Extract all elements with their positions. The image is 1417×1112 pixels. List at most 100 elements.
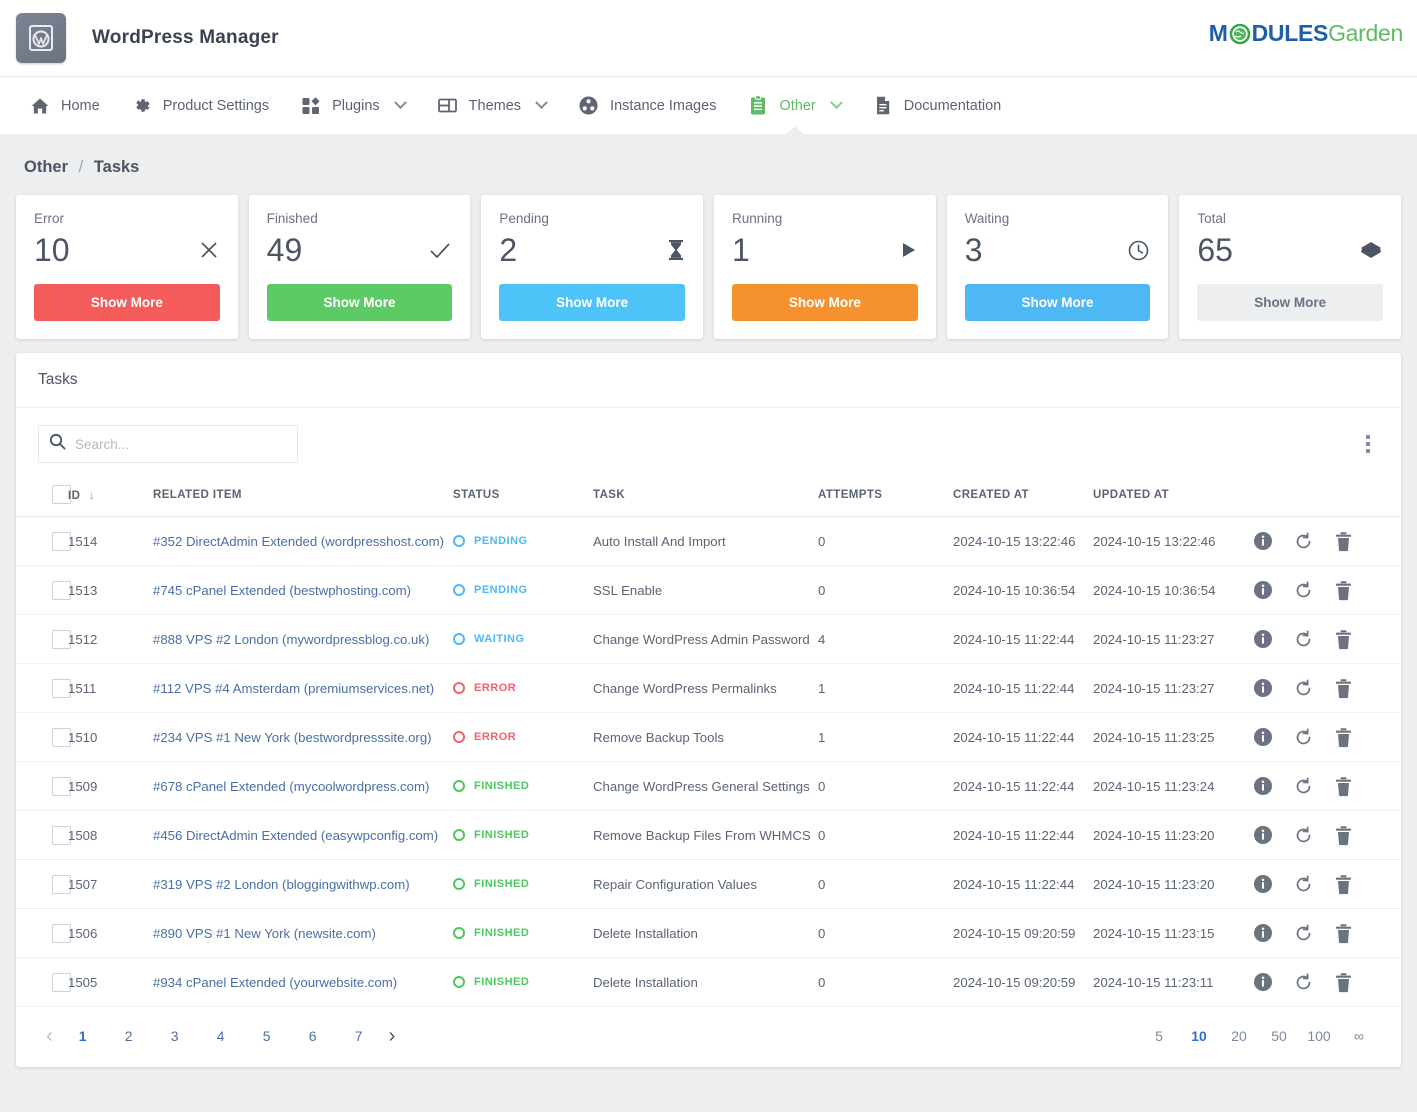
retry-icon[interactable]	[1293, 531, 1314, 552]
trash-icon[interactable]	[1334, 923, 1353, 944]
nav-item-other[interactable]: Other	[732, 77, 856, 135]
play-icon	[898, 239, 918, 261]
info-icon[interactable]	[1253, 776, 1273, 796]
search-box[interactable]	[38, 425, 298, 463]
show-more-running-button[interactable]: Show More	[732, 284, 918, 321]
table-row[interactable]: 1510#234 VPS #1 New York (bestwordpresss…	[16, 713, 1413, 762]
page-size-20[interactable]: 20	[1219, 1021, 1259, 1051]
table-row[interactable]: 1514#352 DirectAdmin Extended (wordpress…	[16, 517, 1413, 566]
page-size-10[interactable]: 10	[1179, 1021, 1219, 1051]
related-item-link[interactable]: #890 VPS #1 New York (newsite.com)	[153, 926, 376, 941]
page-button-4[interactable]: 4	[205, 1021, 237, 1051]
show-more-finished-button[interactable]: Show More	[267, 284, 453, 321]
page-button-3[interactable]: 3	[159, 1021, 191, 1051]
retry-icon[interactable]	[1293, 874, 1314, 895]
page-button-2[interactable]: 2	[113, 1021, 145, 1051]
status-label: ERROR	[474, 731, 516, 743]
table-row[interactable]: 1505#934 cPanel Extended (yourwebsite.co…	[16, 958, 1413, 1007]
related-item-link[interactable]: #352 DirectAdmin Extended (wordpresshost…	[153, 534, 444, 549]
column-header-id[interactable]: ID ↓	[68, 477, 153, 517]
info-icon[interactable]	[1253, 727, 1273, 747]
page-button-6[interactable]: 6	[297, 1021, 329, 1051]
page-button-5[interactable]: 5	[251, 1021, 283, 1051]
related-item-link[interactable]: #234 VPS #1 New York (bestwordpresssite.…	[153, 730, 432, 745]
trash-icon[interactable]	[1334, 825, 1353, 846]
row-action-group	[1253, 776, 1413, 797]
retry-icon[interactable]	[1293, 727, 1314, 748]
trash-icon[interactable]	[1334, 972, 1353, 993]
table-row[interactable]: 1507#319 VPS #2 London (bloggingwithwp.c…	[16, 860, 1413, 909]
column-header-related-item[interactable]: RELATED ITEM	[153, 477, 453, 517]
row-action-group	[1253, 629, 1413, 650]
show-more-error-button[interactable]: Show More	[34, 284, 220, 321]
info-icon[interactable]	[1253, 629, 1273, 649]
column-header-task[interactable]: TASK	[593, 477, 818, 517]
related-item-link[interactable]: #112 VPS #4 Amsterdam (premiumservices.n…	[153, 681, 434, 696]
page-size-5[interactable]: 5	[1139, 1021, 1179, 1051]
cell-actions	[1253, 811, 1413, 860]
page-size-∞[interactable]: ∞	[1339, 1021, 1379, 1051]
search-input[interactable]	[75, 437, 287, 452]
show-more-waiting-button[interactable]: Show More	[965, 284, 1151, 321]
table-row[interactable]: 1513#745 cPanel Extended (bestwphosting.…	[16, 566, 1413, 615]
nav-item-home[interactable]: Home	[14, 77, 116, 135]
retry-icon[interactable]	[1293, 678, 1314, 699]
trash-icon[interactable]	[1334, 629, 1353, 650]
retry-icon[interactable]	[1293, 580, 1314, 601]
next-page-button[interactable]: ›	[381, 1025, 404, 1048]
cell-id: 1510	[68, 713, 153, 762]
related-item-link[interactable]: #456 DirectAdmin Extended (easywpconfig.…	[153, 828, 438, 843]
info-icon[interactable]	[1253, 531, 1273, 551]
related-item-link[interactable]: #745 cPanel Extended (bestwphosting.com)	[153, 583, 411, 598]
related-item-link[interactable]: #934 cPanel Extended (yourwebsite.com)	[153, 975, 397, 990]
prev-page-button[interactable]: ‹	[38, 1025, 61, 1048]
show-more-total-button[interactable]: Show More	[1197, 284, 1383, 321]
related-item-link[interactable]: #888 VPS #2 London (mywordpressblog.co.u…	[153, 632, 429, 647]
related-item-link[interactable]: #319 VPS #2 London (bloggingwithwp.com)	[153, 877, 410, 892]
trash-icon[interactable]	[1334, 776, 1353, 797]
nav-item-product-settings[interactable]: Product Settings	[116, 77, 285, 135]
trash-icon[interactable]	[1334, 580, 1353, 601]
kebab-menu-icon[interactable]	[1357, 431, 1379, 457]
info-icon[interactable]	[1253, 825, 1273, 845]
cell-related-item: #934 cPanel Extended (yourwebsite.com)	[153, 958, 453, 1007]
retry-icon[interactable]	[1293, 825, 1314, 846]
trash-icon[interactable]	[1334, 874, 1353, 895]
column-header-created-at[interactable]: CREATED AT	[953, 477, 1093, 517]
info-icon[interactable]	[1253, 923, 1273, 943]
table-row[interactable]: 1508#456 DirectAdmin Extended (easywpcon…	[16, 811, 1413, 860]
page-button-7[interactable]: 7	[343, 1021, 375, 1051]
trash-icon[interactable]	[1334, 531, 1353, 552]
nav-item-plugins[interactable]: Plugins	[285, 77, 421, 135]
column-header-updated-at[interactable]: UPDATED AT	[1093, 477, 1253, 517]
info-icon[interactable]	[1253, 972, 1273, 992]
column-header-status[interactable]: STATUS	[453, 477, 593, 517]
page-size-50[interactable]: 50	[1259, 1021, 1299, 1051]
page-button-1[interactable]: 1	[67, 1021, 99, 1051]
cell-attempts: 0	[818, 762, 953, 811]
table-row[interactable]: 1506#890 VPS #1 New York (newsite.com)FI…	[16, 909, 1413, 958]
trash-icon[interactable]	[1334, 678, 1353, 699]
table-header: ID ↓ RELATED ITEM STATUS TASK ATTEMPTS C…	[16, 477, 1413, 517]
info-icon[interactable]	[1253, 678, 1273, 698]
nav-item-documentation[interactable]: Documentation	[857, 77, 1018, 135]
stat-value: 10	[34, 234, 70, 266]
info-icon[interactable]	[1253, 874, 1273, 894]
nav-item-themes[interactable]: Themes	[421, 77, 562, 135]
trash-icon[interactable]	[1334, 727, 1353, 748]
info-icon[interactable]	[1253, 580, 1273, 600]
nav-item-instance-images[interactable]: Instance Images	[562, 77, 732, 135]
breadcrumb-parent[interactable]: Other	[24, 158, 68, 176]
table-row[interactable]: 1512#888 VPS #2 London (mywordpressblog.…	[16, 615, 1413, 664]
table-row[interactable]: 1511#112 VPS #4 Amsterdam (premiumservic…	[16, 664, 1413, 713]
column-header-attempts[interactable]: ATTEMPTS	[818, 477, 953, 517]
show-more-pending-button[interactable]: Show More	[499, 284, 685, 321]
related-item-link[interactable]: #678 cPanel Extended (mycoolwordpress.co…	[153, 779, 429, 794]
page-size-100[interactable]: 100	[1299, 1021, 1339, 1051]
retry-icon[interactable]	[1293, 972, 1314, 993]
table-row[interactable]: 1509#678 cPanel Extended (mycoolwordpres…	[16, 762, 1413, 811]
retry-icon[interactable]	[1293, 776, 1314, 797]
retry-icon[interactable]	[1293, 923, 1314, 944]
stat-cards: Error 10 Show More Finished 49 Show More…	[16, 195, 1401, 339]
retry-icon[interactable]	[1293, 629, 1314, 650]
